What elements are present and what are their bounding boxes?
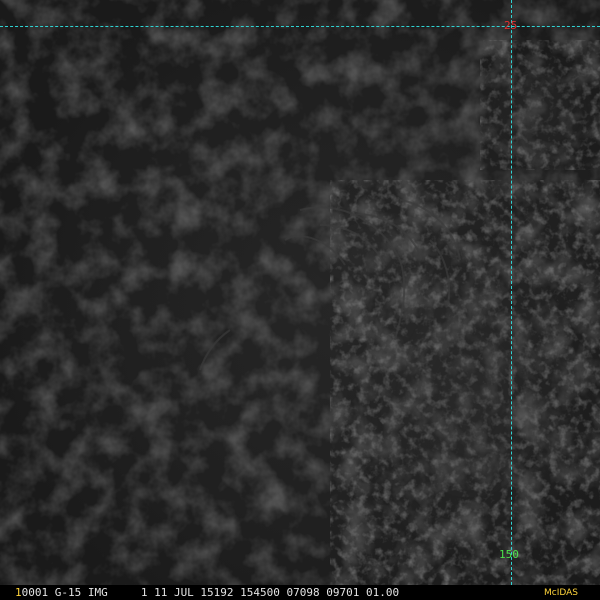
frame-number: 1 bbox=[15, 587, 22, 599]
longitude-label: 150 bbox=[499, 548, 519, 561]
satellite-cloud-imagery bbox=[0, 0, 600, 600]
status-bar: 0001 G-15 IMG 1 11 JUL 15192 154500 0709… bbox=[0, 585, 600, 600]
latitude-label: 25 bbox=[504, 19, 518, 32]
longitude-line bbox=[511, 0, 512, 585]
satellite-image-viewport[interactable]: 25 150 bbox=[0, 0, 600, 600]
image-info-text: 0001 G-15 IMG 1 11 JUL 15192 154500 0709… bbox=[15, 586, 400, 599]
mcidas-logo: McIDAS bbox=[543, 588, 578, 598]
